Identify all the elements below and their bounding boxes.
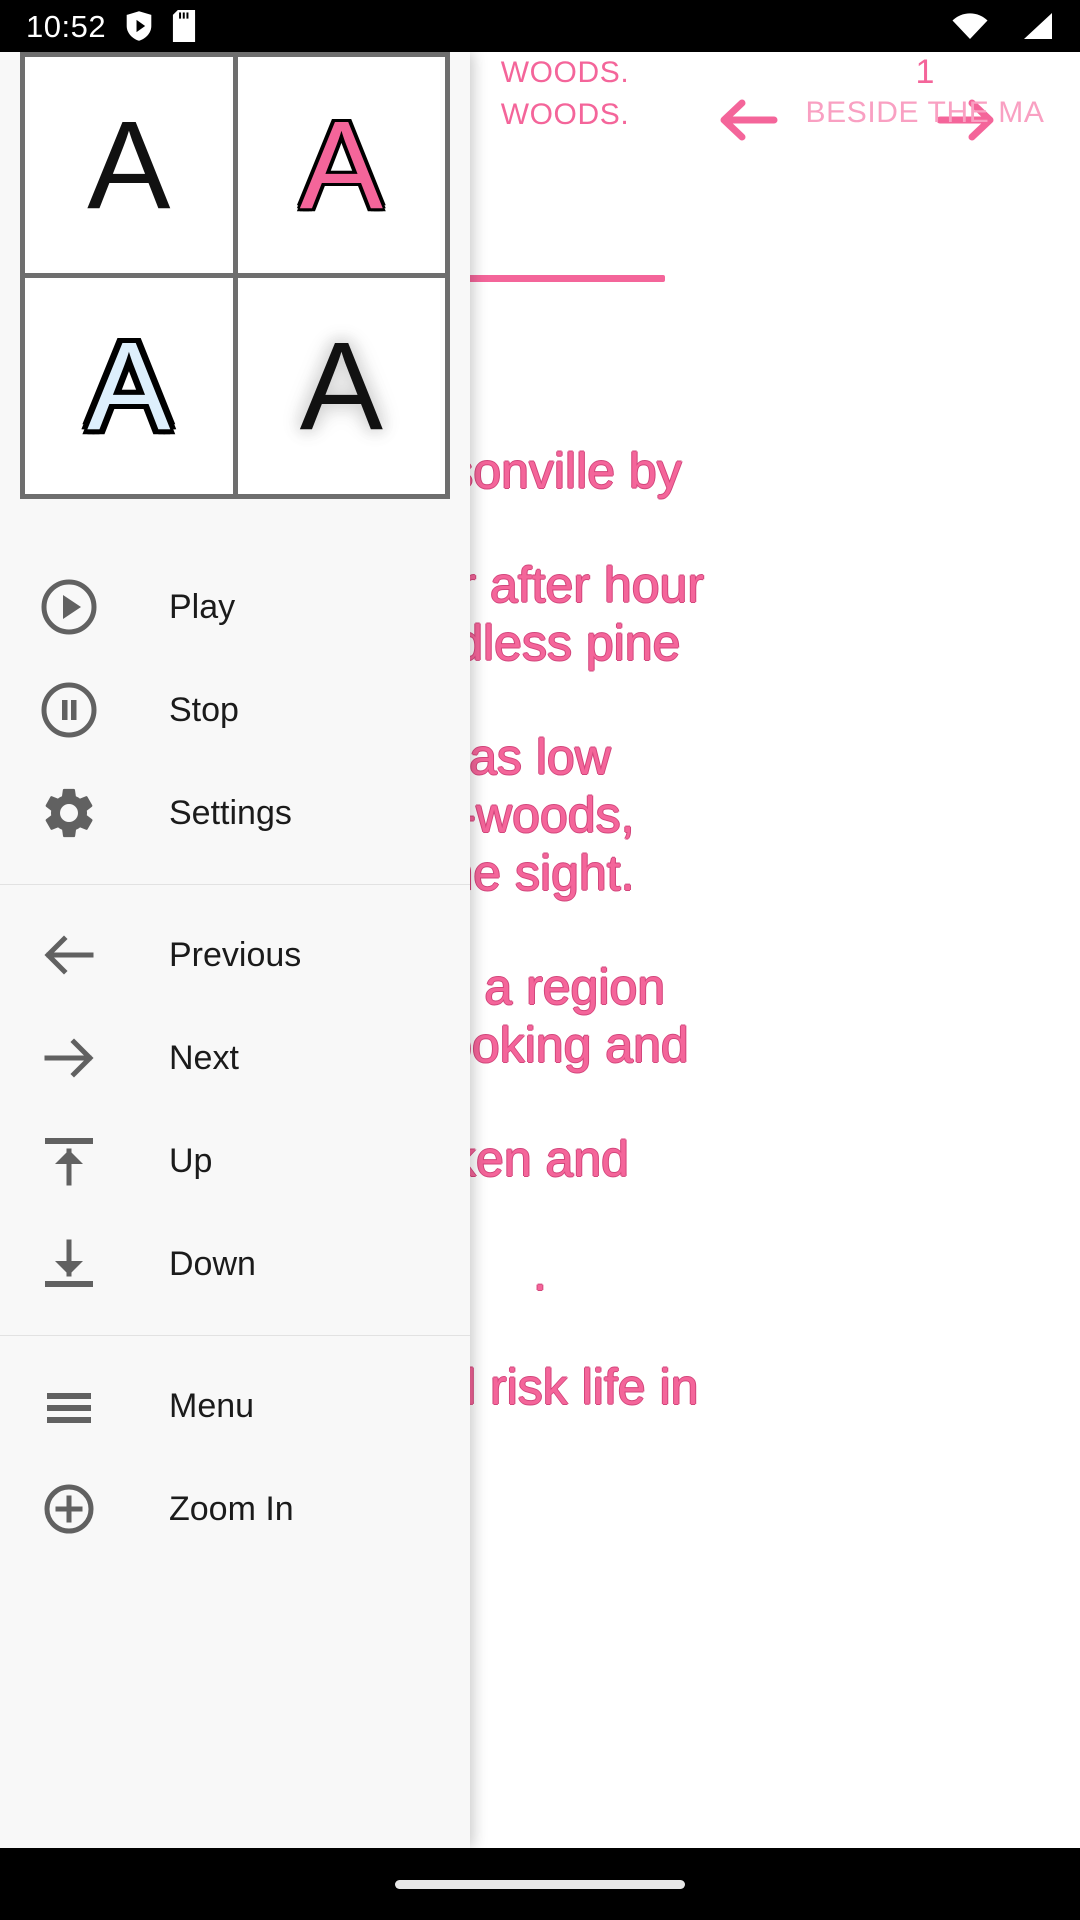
tab-1-title-bottom: BESIDE THE MA	[805, 96, 1045, 129]
play-circle-icon	[36, 574, 102, 640]
menu-item-play[interactable]: Play	[0, 555, 470, 658]
menu-item-label: Up	[169, 1141, 213, 1180]
hamburger-menu-icon	[36, 1373, 102, 1439]
menu-item-menu[interactable]: Menu	[0, 1354, 470, 1457]
status-bar: 10:52	[0, 0, 1080, 52]
menu-item-label: Menu	[169, 1386, 255, 1425]
menu-item-previous[interactable]: Previous	[0, 903, 470, 1006]
tab-1-number: 1	[915, 53, 935, 91]
cellular-signal-icon	[1022, 12, 1054, 40]
menu-item-settings[interactable]: Settings	[0, 761, 470, 864]
menu-divider	[0, 884, 470, 885]
arrow-right-icon	[36, 1025, 102, 1091]
zoom-in-circle-icon	[36, 1476, 102, 1542]
play-protect-icon	[124, 10, 154, 42]
tab-selected-underline	[455, 275, 665, 282]
menu-item-label: Settings	[169, 793, 292, 832]
menu-item-down[interactable]: Down	[0, 1212, 470, 1315]
status-bar-right-icons	[934, 12, 1054, 40]
style-preset-pink-outline[interactable]: A	[237, 57, 445, 273]
style-glyph-pink: A	[299, 95, 383, 235]
menu-item-next[interactable]: Next	[0, 1006, 470, 1109]
pause-circle-icon	[36, 677, 102, 743]
tab-0-title-top: WOODS.	[500, 56, 630, 89]
status-clock: 10:52	[26, 8, 107, 44]
menu-item-zoom-in[interactable]: Zoom In	[0, 1457, 470, 1560]
tab-chapter-1[interactable]: 1 BESIDE THE MA	[760, 52, 1080, 134]
menu-item-label: Zoom In	[169, 1489, 294, 1528]
arrow-up-to-line-icon	[36, 1128, 102, 1194]
drawer-menu-list: Play Stop Settings Previous Next Up Down…	[0, 555, 470, 1560]
menu-item-stop[interactable]: Stop	[0, 658, 470, 761]
style-preset-blue-outline[interactable]: A	[25, 278, 233, 494]
style-glyph-plain: A	[87, 95, 171, 235]
tab-0-title-bottom: WOODS.	[500, 98, 630, 131]
gear-icon	[36, 780, 102, 846]
home-gesture-handle[interactable]	[395, 1879, 685, 1889]
menu-item-label: Play	[169, 587, 236, 626]
arrow-left-icon	[36, 922, 102, 988]
style-preset-black-glow[interactable]: A	[237, 278, 445, 494]
tab-chapter-0[interactable]: WOODS. WOODS.	[455, 52, 675, 136]
arrow-down-to-line-icon	[36, 1231, 102, 1297]
menu-item-up[interactable]: Up	[0, 1109, 470, 1212]
style-glyph-shadow: A	[299, 316, 383, 456]
menu-item-label: Previous	[169, 935, 302, 974]
navigation-drawer: A A A A Play Stop Settings Previous Next…	[0, 52, 470, 1848]
menu-item-label: Down	[169, 1244, 256, 1283]
style-preset-plain[interactable]: A	[25, 57, 233, 273]
style-glyph-blue: A	[87, 316, 171, 456]
menu-item-label: Stop	[169, 690, 239, 729]
menu-item-label: Next	[169, 1038, 239, 1077]
system-navigation-bar	[0, 1848, 1080, 1920]
text-style-preset-grid: A A A A	[20, 52, 450, 499]
wifi-icon	[952, 12, 988, 40]
sd-card-icon	[172, 10, 196, 42]
menu-divider	[0, 1335, 470, 1336]
